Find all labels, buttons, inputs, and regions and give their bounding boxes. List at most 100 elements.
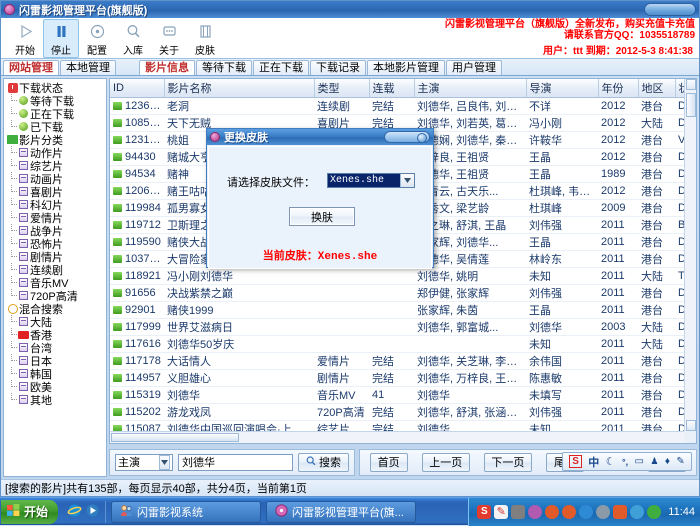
chevron-down-icon[interactable] [159,455,170,470]
table-row[interactable]: 123627老洞连续剧完结刘德华, 吕良伟, 刘兆铭...不详2012港台DVD [110,98,697,115]
horizontal-scrollbar[interactable] [110,431,684,443]
skin-file-select[interactable]: Xenes.she [327,173,415,188]
punctuation-icon[interactable]: °, [622,457,628,467]
tree-item-2-5[interactable]: 欧美 [6,380,106,393]
pager-next-button[interactable]: 下一页 [484,453,532,472]
tab-downloading[interactable]: 正在下载 [253,60,309,75]
window-controls[interactable] [644,3,696,16]
search-field-select[interactable]: 主演 [115,454,173,471]
table-row[interactable]: 92901赌侠1999张家辉, 朱茵王晶2011港台DVD [110,302,697,319]
cell-ID: 119984 [110,200,164,217]
table-row[interactable]: 115202游龙戏凤720P高清完结刘德华, 舒淇, 张涵予, ...刘伟强20… [110,404,697,421]
tree-item-2-4[interactable]: 韩国 [6,367,106,380]
table-row[interactable]: 118921冯小刚刘德华刘德华, 姚明未知2011大陆TV [110,268,697,285]
taskbar-item-management-platform[interactable]: 闪雷影视管理平台(旗... [266,501,416,523]
network-tray-icon[interactable] [630,505,644,519]
cell-连载 [369,285,414,302]
toolbar-skin-button[interactable]: 皮肤 [187,19,223,58]
column-header-5[interactable]: 导演 [526,79,598,98]
sidebar-tree-panel: 下载状态等待下载正在下载已下载影片分类动作片综艺片动画片喜剧片科幻片爱情片战争片… [3,78,107,477]
toolbar-about-button[interactable]: 关于 [151,19,187,58]
taskbar-item-movie-system[interactable]: 闪雷影视系统 [111,501,261,523]
column-header-1[interactable]: 影片名称 [164,79,314,98]
browser-tray-icon[interactable] [579,505,593,519]
tree-item-1-11[interactable]: 720P高清 [6,289,106,302]
tree-item-2-0[interactable]: 大陆 [6,315,106,328]
toolbar-config-button[interactable]: 配置 [79,19,115,58]
table-row[interactable]: 115319刘德华音乐MV41刘德华未填写2011港台DVD [110,387,697,404]
taskbar-clock[interactable]: 11:44 [668,506,695,518]
scroll-up-arrow[interactable] [686,79,696,90]
tree-item-0-2[interactable]: 已下载 [6,120,106,133]
toolbar-start-button[interactable]: 开始 [7,19,43,58]
tab-download-history[interactable]: 下载记录 [310,60,366,75]
tree-item-2-2[interactable]: 台湾 [6,341,106,354]
scroll-down-arrow[interactable] [686,420,696,431]
start-button[interactable]: 开始 [1,500,58,524]
tree-item-2-6[interactable]: 其地 [6,393,106,406]
keyboard-icon[interactable]: ▭ [634,456,643,467]
tab-movie-info[interactable]: 影片信息 [139,60,195,75]
pen-tray-icon[interactable]: ✎ [494,505,508,519]
ime-toolbar[interactable]: S 中 ☾ °, ▭ ♟ ♦ ✎ [562,452,692,471]
pager-prev-button[interactable]: 上一页 [422,453,470,472]
clock-tray-icon[interactable] [596,505,610,519]
column-header-6[interactable]: 年份 [598,79,638,98]
system-tray: S ✎ 11:44 [468,498,700,526]
cell-连载 [369,319,414,336]
table-row[interactable]: 117178大话情人爱情片完结刘德华, 关芝琳, 李婉华余伟国2011港台DVD [110,353,697,370]
column-header-3[interactable]: 连载 [369,79,414,98]
tree-item-2-3[interactable]: 日本 [6,354,106,367]
cell-ID: 92901 [110,302,164,319]
cell-主演: 刘德华, 关芝琳, 李婉华 [414,353,526,370]
cell-地区: 港台 [638,370,675,387]
horizontal-scroll-thumb[interactable] [111,433,239,442]
ie-icon[interactable] [67,503,82,521]
volume-tray-icon[interactable] [613,505,627,519]
column-header-7[interactable]: 地区 [638,79,675,98]
table-row[interactable]: 117999世界艾滋病日刘德华, 郭富城...刘德华2003大陆DVD [110,319,697,336]
cell-导演: 刘德华 [526,319,598,336]
toolbar-stop-button[interactable]: 停止 [43,19,79,58]
table-row[interactable]: 91656决战紫禁之巅郑伊健, 张家辉刘伟强2011港台DVD [110,285,697,302]
cell-连载: 41 [369,387,414,404]
dialog-close-button[interactable] [384,131,430,143]
status-bar: [搜索的影片]共有135部，每页显示40部，共分4页，当前第1页 [1,479,699,496]
category-icon [17,213,30,222]
gray-tray-icon[interactable] [511,505,525,519]
sogou-tray-icon[interactable]: S [477,505,491,519]
vertical-scrollbar[interactable] [684,79,696,431]
column-header-4[interactable]: 主演 [414,79,526,98]
table-row[interactable]: 117616刘德华50岁庆未知2011大陆DVD [110,336,697,353]
apply-skin-button[interactable]: 换肤 [289,207,355,226]
moon-icon[interactable]: ☾ [606,455,616,468]
search-button[interactable]: 搜索 [298,453,349,472]
tab-local-movie-management[interactable]: 本地影片管理 [367,60,445,75]
vertical-scroll-thumb[interactable] [686,93,696,117]
tree-group-2[interactable]: 混合搜索 [6,302,106,315]
toolbar-import-button[interactable]: 入库 [115,19,151,58]
tab-waiting-download[interactable]: 等待下载 [196,60,252,75]
magnifier-icon [6,304,19,314]
column-header-2[interactable]: 类型 [314,79,369,98]
search-input[interactable]: 刘德华 [178,454,293,471]
media-player-icon[interactable] [85,503,100,521]
tree-item-2-1[interactable]: 香港 [6,328,106,341]
tab-user-management[interactable]: 用户管理 [446,60,502,75]
column-header-0[interactable]: ID [110,79,164,98]
qq-tray-icon[interactable] [545,505,559,519]
chevron-down-icon[interactable] [400,174,414,187]
chinese-mode-icon[interactable]: 中 [588,454,599,470]
qq2-tray-icon[interactable] [562,505,576,519]
table-row[interactable]: 114957义胆雄心剧情片完结刘德华, 万梓良, 王祖贤...陈惠敏2011港台… [110,370,697,387]
sogou-ime-icon[interactable]: S [569,455,582,468]
tab-local-management[interactable]: 本地管理 [60,60,116,75]
wrench-icon[interactable]: ✎ [676,456,684,467]
shield-tray-icon[interactable] [647,505,661,519]
cell-导演: 陈惠敏 [526,370,598,387]
app-tray-icon[interactable] [528,505,542,519]
skin-shirt-icon[interactable]: ♦ [665,456,670,467]
user-icon[interactable]: ♟ [650,456,658,467]
tab-site-management[interactable]: 网站管理 [3,60,59,75]
pager-first-button[interactable]: 首页 [370,453,408,472]
